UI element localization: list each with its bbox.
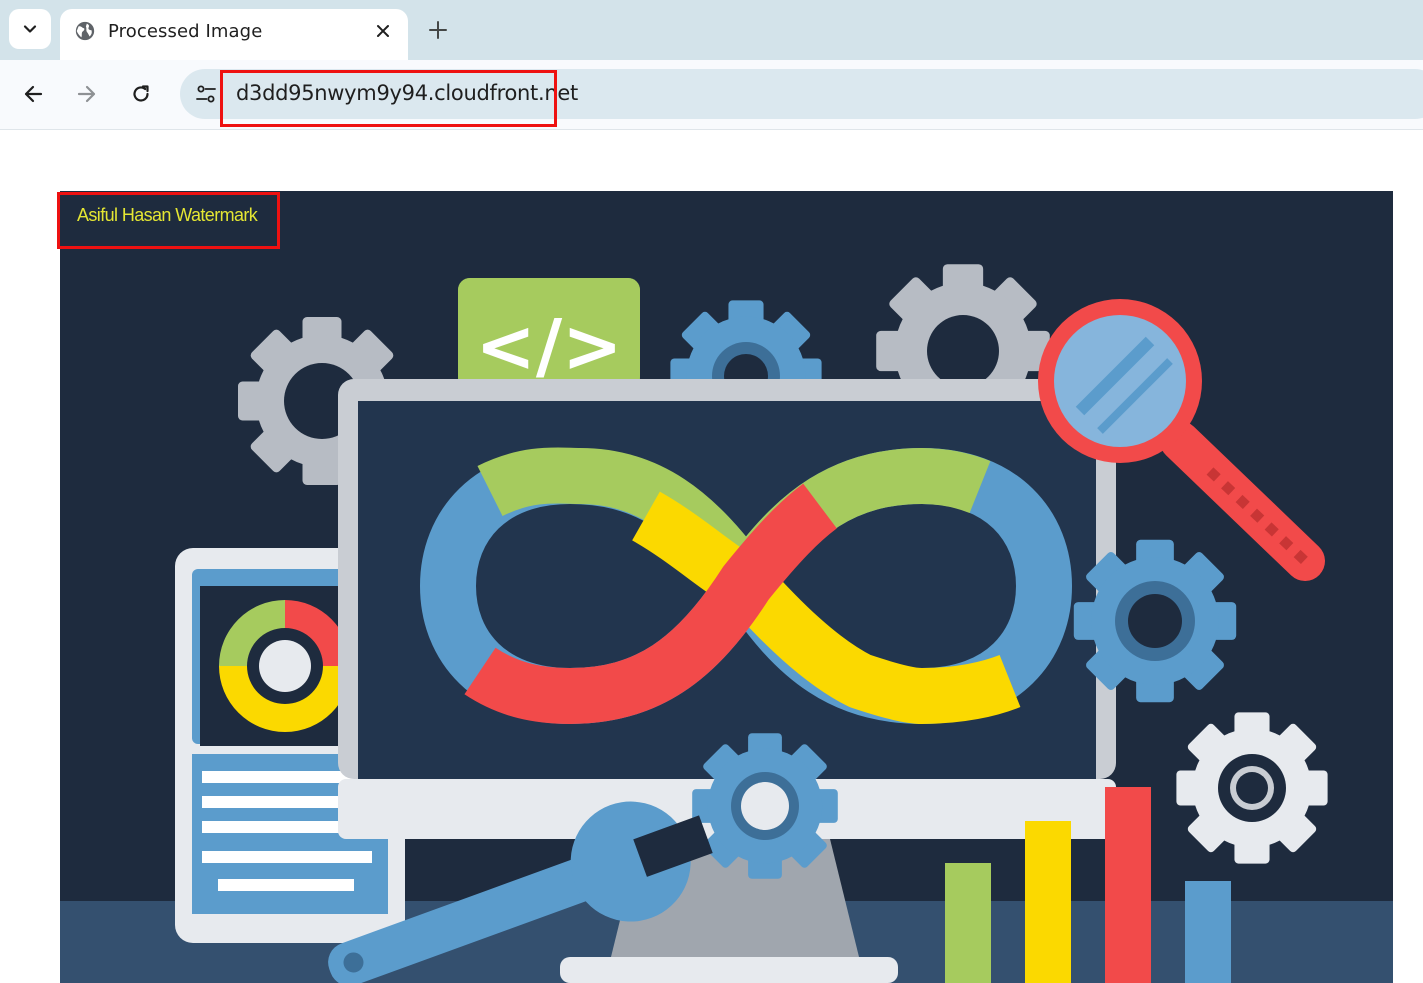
tab-search-button[interactable]	[9, 9, 51, 49]
tab-strip: Processed Image	[0, 0, 1423, 60]
browser-toolbar: d3dd95nwym9y94.cloudfront.net	[0, 60, 1423, 130]
forward-button[interactable]	[73, 80, 101, 108]
tab-processed-image[interactable]: Processed Image	[60, 9, 408, 60]
reload-button[interactable]	[127, 80, 155, 108]
svg-text:</>: </>	[476, 304, 623, 388]
url-highlight-box	[220, 70, 557, 127]
back-button[interactable]	[19, 80, 47, 108]
devops-illustration: </>	[60, 191, 1393, 983]
chevron-down-icon	[23, 25, 37, 33]
globe-icon	[75, 21, 95, 41]
processed-image: </>	[60, 191, 1393, 983]
arrow-left-icon	[24, 85, 43, 103]
close-icon	[377, 25, 389, 37]
new-tab-button[interactable]	[424, 16, 452, 44]
plus-icon	[429, 21, 447, 39]
reload-icon	[133, 85, 149, 102]
arrow-right-icon	[77, 85, 96, 103]
watermark-highlight-box	[57, 192, 280, 249]
tune-icon	[196, 85, 216, 103]
tab-title: Processed Image	[108, 21, 263, 42]
tab-close-button[interactable]	[372, 20, 394, 42]
site-info-button[interactable]	[192, 80, 220, 108]
